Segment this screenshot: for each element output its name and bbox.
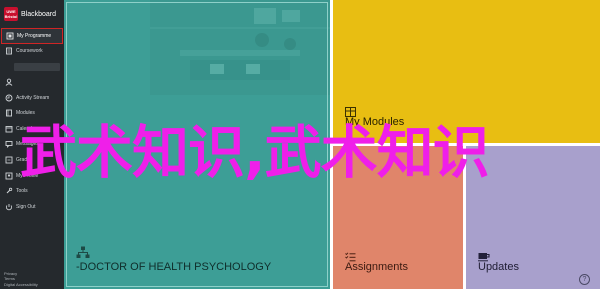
messages-icon: [4, 140, 13, 149]
sidebar: UWE Bristol Blackboard My Programme Cours…: [0, 0, 64, 289]
modules-icon: [4, 109, 13, 118]
activity-icon: [4, 93, 13, 102]
sidebar-footer: Privacy Terms Digital Accessibility: [4, 271, 38, 287]
sidebar-item-label: Coursework: [16, 48, 43, 55]
sidebar-item-coursework[interactable]: Coursework: [0, 44, 64, 60]
sidebar-item-label: Messages: [16, 141, 39, 148]
sidebar-item-tools[interactable]: Tools: [0, 183, 64, 199]
chat-icon: ?: [582, 276, 587, 283]
tile-label: My Modules: [345, 116, 405, 128]
sidebar-item-label: Calendar: [16, 125, 37, 132]
sidebar-item-my-profile[interactable]: My Profile: [0, 168, 64, 184]
sidebar-item-modules[interactable]: Modules: [0, 105, 64, 121]
tools-icon: [4, 187, 13, 196]
sidebar-item-profile-avatar[interactable]: [0, 74, 64, 90]
uwe-logo: UWE Bristol: [4, 7, 18, 21]
coursework-icon: [4, 47, 13, 56]
sidebar-item-activity-stream[interactable]: Activity Stream: [0, 90, 64, 106]
tile-updates[interactable]: Updates ?: [466, 146, 600, 289]
sidebar-item-calendar[interactable]: Calendar: [0, 121, 64, 137]
tile-health-psychology[interactable]: -DOCTOR OF HEALTH PSYCHOLOGY: [64, 0, 330, 289]
sidebar-item-label: Grades: [16, 156, 33, 163]
calendar-icon: [4, 124, 13, 133]
user-icon: [4, 77, 13, 86]
brand-name: Blackboard: [21, 10, 57, 18]
sidebar-search-input[interactable]: [14, 63, 60, 72]
sidebar-item-label: Tools: [16, 188, 28, 195]
tile-assignments[interactable]: Assignments: [333, 146, 463, 289]
sidebar-nav: My Programme Coursework: [0, 28, 64, 59]
tile-label: Assignments: [345, 261, 408, 273]
help-chat-button[interactable]: ?: [579, 274, 590, 285]
grades-icon: [4, 155, 13, 164]
tile-label: -DOCTOR OF HEALTH PSYCHOLOGY: [76, 261, 272, 273]
profile-icon: [4, 171, 13, 180]
sidebar-item-grades[interactable]: Grades: [0, 152, 64, 168]
tile-label: Updates: [478, 261, 519, 273]
accessibility-link[interactable]: Digital Accessibility: [4, 282, 38, 287]
signout-icon: [4, 202, 13, 211]
sidebar-item-label: Sign Out: [16, 203, 36, 210]
sidebar-item-messages[interactable]: Messages: [0, 137, 64, 153]
sidebar-item-label: My Programme: [17, 32, 52, 39]
tile-focus-frame: [66, 2, 328, 287]
brand[interactable]: UWE Bristol Blackboard: [0, 0, 64, 28]
sidebar-nav-secondary: Activity Stream Modules Calendar Message…: [0, 74, 64, 214]
sidebar-item-label: Activity Stream: [16, 94, 50, 101]
tile-my-modules[interactable]: My Modules: [333, 0, 600, 143]
sidebar-item-label: Modules: [16, 110, 35, 117]
sidebar-item-sign-out[interactable]: Sign Out: [0, 199, 64, 215]
sidebar-item-my-programme[interactable]: My Programme: [1, 28, 63, 44]
sidebar-item-label: My Profile: [16, 172, 39, 179]
programme-icon: [5, 31, 14, 40]
